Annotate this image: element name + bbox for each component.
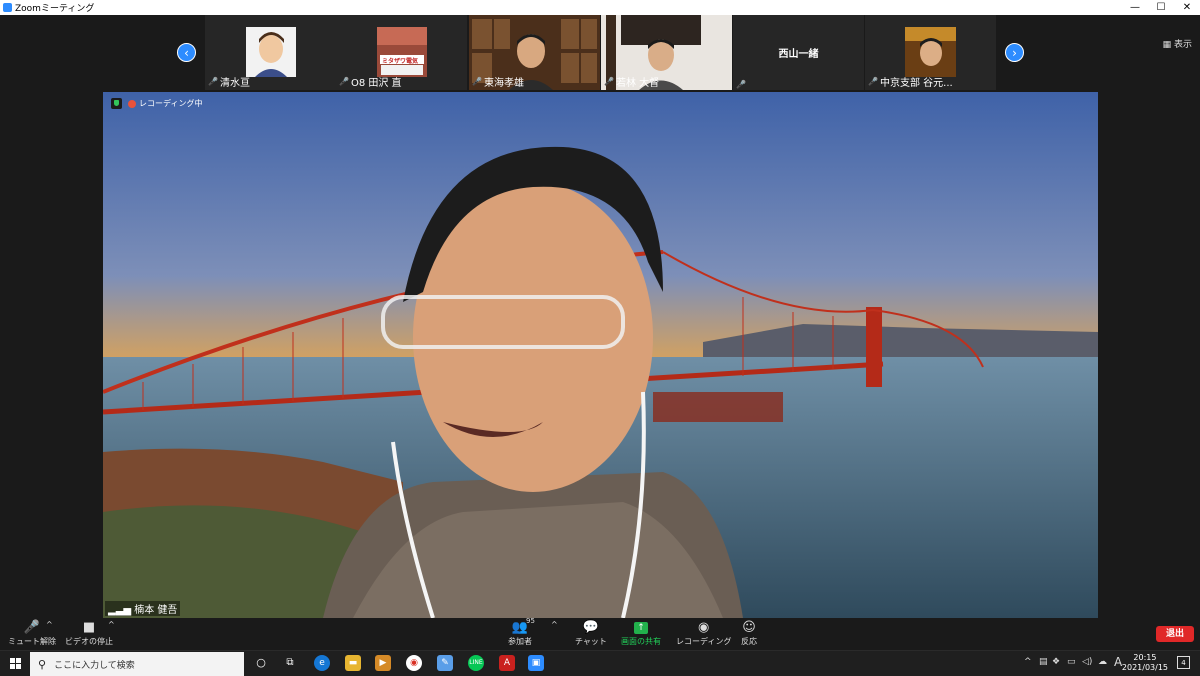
participant-tile[interactable]: 🎤 東海孝雄 (469, 15, 600, 90)
zoom-taskbar-icon[interactable]: ▣ (528, 655, 544, 671)
participant-name: 🎤 O8 田沢 直 (339, 77, 402, 89)
smiley-icon: ☺ (742, 620, 756, 635)
grid-view-icon: ▦ (1162, 40, 1174, 50)
muted-mic-icon: 🎤 (736, 80, 746, 89)
chat-icon: 💬 (582, 620, 600, 635)
participant-center-name: 西山一緒 (778, 49, 819, 60)
video-options-caret[interactable]: ^ (108, 620, 115, 629)
participant-name: 🎤 若林 大督 (604, 77, 660, 89)
minimize-icon[interactable]: — (1122, 0, 1148, 15)
pen-app-icon[interactable]: ✎ (437, 655, 453, 671)
edge-browser-icon[interactable]: e (314, 655, 330, 671)
main-speaker-video: レコーディング中 ▂▃▅ 楠本 健吾 (103, 92, 1098, 618)
file-explorer-icon[interactable]: ▬ (345, 655, 361, 671)
participant-name: 🎤 清水亘 (208, 77, 250, 89)
muted-mic-icon: 🎤 (339, 77, 349, 86)
record-icon: ◉ (698, 620, 710, 635)
tray-app-icon[interactable]: ▤ (1039, 657, 1048, 667)
taskbar-clock[interactable]: 20:15 2021/03/15 (1122, 653, 1168, 673)
recording-indicator: レコーディング中 (111, 98, 202, 109)
taskbar-search-box[interactable]: ⚲ ここに入力して検索 (30, 652, 244, 676)
participant-name: 🎤 中京支部 谷元... (868, 77, 953, 89)
windows-taskbar: ⚲ ここに入力して検索 ○ ⧉ e ▬ ▶ ◉ ✎ LINE A ▣ ^ ▤ ❖… (0, 650, 1200, 676)
maximize-icon[interactable]: ☐ (1148, 0, 1174, 15)
muted-mic-icon: 🎤 (604, 77, 614, 86)
chevron-right-icon: › (1012, 46, 1017, 60)
windows-start-icon[interactable] (10, 658, 22, 670)
stop-video-button[interactable]: ■ ビデオの停止 (65, 620, 113, 647)
speaker-name-label: ▂▃▅ 楠本 健吾 (105, 601, 181, 616)
participant-gallery-strip: ‹ 🎤 清水亘 ミタザワ電気 🎤 O8 田沢 直 🎤 東海孝雄 🎤 若林 大督 … (0, 15, 1200, 92)
dropbox-icon[interactable]: ❖ (1052, 657, 1060, 667)
participants-options-caret[interactable]: ^ (551, 620, 558, 629)
sign-text: ミタザワ電気 (382, 58, 419, 65)
muted-mic-icon: 🎤 (472, 77, 482, 86)
share-screen-button[interactable]: ↑ 画面の共有 (621, 620, 661, 647)
muted-mic-icon: 🎤 (208, 77, 218, 86)
search-icon: ⚲ (38, 657, 47, 671)
meeting-toolbar: 🎤 ミュート解除 ^ ■ ビデオの停止 ^ 👥 95 参加者 ^ 💬 チャット … (0, 617, 1200, 650)
onedrive-icon[interactable]: ☁ (1098, 657, 1107, 667)
record-button[interactable]: ◉ レコーディング (676, 620, 731, 647)
reactions-button[interactable]: ☺ 反応 (741, 620, 757, 647)
participant-tile[interactable]: ミタザワ電気 🎤 O8 田沢 直 (336, 15, 467, 90)
window-title-bar: Zoomミーティング — ☐ ✕ (0, 0, 1200, 15)
line-app-icon[interactable]: LINE (468, 655, 484, 671)
participant-name: 🎤 (736, 80, 748, 89)
participant-tile[interactable]: 🎤 中京支部 谷元... (865, 15, 996, 90)
participant-tile[interactable]: 🎤 若林 大督 (601, 15, 732, 90)
participant-tile[interactable]: 西山一緒 🎤 (733, 15, 864, 90)
gallery-next-button[interactable]: › (1005, 43, 1024, 62)
gallery-prev-button[interactable]: ‹ (177, 43, 196, 62)
cortana-icon[interactable]: ○ (253, 655, 269, 671)
chrome-browser-icon[interactable]: ◉ (406, 655, 422, 671)
video-camera-icon: ■ (82, 620, 96, 635)
participants-button[interactable]: 👥 95 参加者 (508, 617, 535, 647)
participant-tile[interactable]: 🎤 清水亘 (205, 15, 336, 90)
view-button[interactable]: ▦ 表示 (1163, 37, 1192, 50)
close-icon[interactable]: ✕ (1174, 0, 1200, 15)
audio-options-caret[interactable]: ^ (46, 620, 53, 629)
chat-button[interactable]: 💬 チャット (575, 620, 607, 647)
record-dot-icon (128, 99, 136, 108)
zoom-app-icon (3, 3, 12, 12)
participants-count: 95 (526, 617, 535, 625)
chevron-left-icon: ‹ (184, 46, 189, 60)
muted-mic-icon: 🎤 (868, 77, 878, 86)
volume-icon[interactable]: ◁) (1082, 657, 1092, 667)
device-icon[interactable]: ▭ (1067, 657, 1076, 667)
participant-name: 🎤 東海孝雄 (472, 77, 524, 89)
media-player-icon[interactable]: ▶ (375, 655, 391, 671)
signal-bars-icon: ▂▃▅ (108, 605, 135, 616)
leave-button[interactable]: 退出 (1156, 626, 1194, 642)
window-title: Zoomミーティング (15, 4, 95, 14)
task-view-icon[interactable]: ⧉ (282, 655, 298, 671)
tray-overflow-icon[interactable]: ^ (1024, 657, 1032, 667)
security-shield-icon (111, 98, 122, 109)
share-arrow-icon: ↑ (634, 622, 648, 634)
virtual-background (103, 92, 1098, 618)
notification-center-icon[interactable]: 4 (1177, 656, 1190, 669)
acrobat-icon[interactable]: A (499, 655, 515, 671)
